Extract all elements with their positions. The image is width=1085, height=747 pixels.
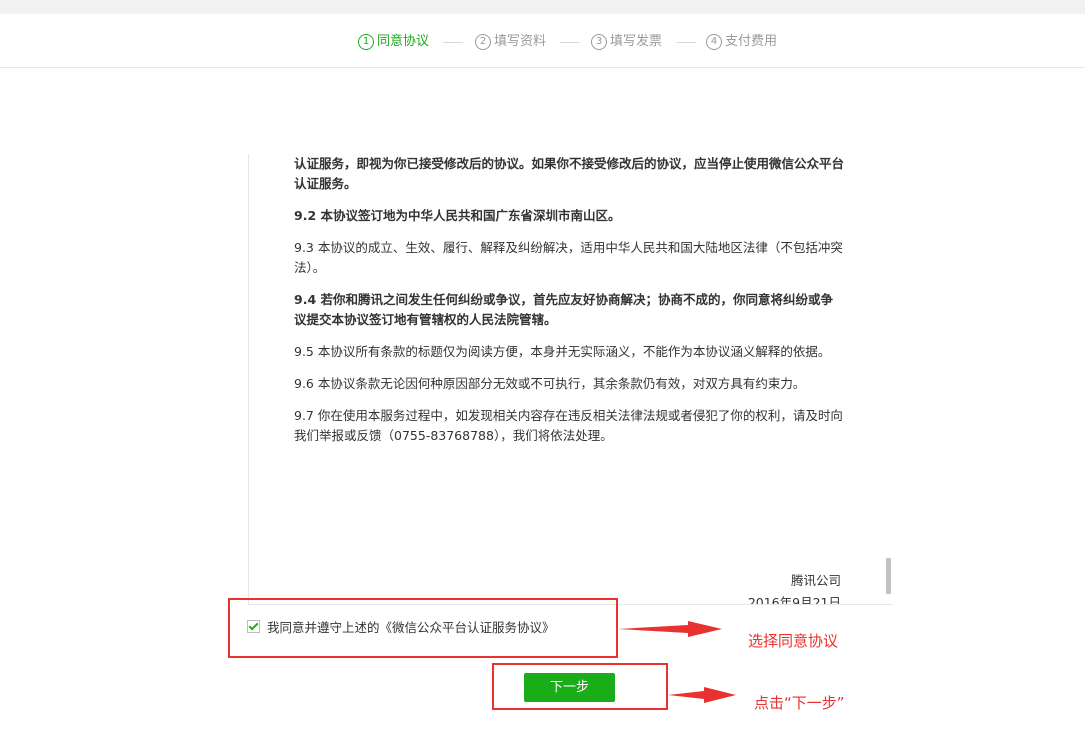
annotation-select-agreement: 选择同意协议 bbox=[748, 632, 839, 650]
step-progress-bar: 1 同意协议 2 填写资料 3 填写发票 4 支付费用 bbox=[0, 14, 1085, 68]
step-number-icon: 3 bbox=[591, 34, 607, 50]
step-separator bbox=[676, 42, 696, 43]
signature-company: 腾讯公司 bbox=[790, 573, 841, 588]
agreement-text: 认证服务，即视为你已接受修改后的协议。如果你不接受修改后的协议，应当停止使用微信… bbox=[294, 154, 844, 458]
step-pay-fee: 4 支付费用 bbox=[706, 33, 777, 51]
step-number-icon: 4 bbox=[706, 34, 722, 50]
agreement-paragraph: 认证服务，即视为你已接受修改后的协议。如果你不接受修改后的协议，应当停止使用微信… bbox=[294, 156, 845, 191]
arrow-right-icon bbox=[618, 621, 722, 637]
agreement-paragraph: 9.6 本协议条款无论因何种原因部分无效或不可执行，其余条款仍有效，对双方具有约… bbox=[294, 376, 806, 391]
step-label: 同意协议 bbox=[377, 34, 430, 49]
step-fill-info: 2 填写资料 bbox=[475, 33, 546, 51]
step-agree-protocol: 1 同意协议 bbox=[358, 33, 429, 51]
top-strip bbox=[0, 0, 1085, 14]
step-separator bbox=[443, 42, 463, 43]
step-fill-invoice: 3 填写发票 bbox=[591, 33, 662, 51]
agreement-paragraph: 9.7 你在使用本服务过程中，如发现相关内容存在违反相关法律法规或者侵犯了你的权… bbox=[294, 408, 843, 443]
arrow-right-icon bbox=[668, 687, 736, 703]
highlight-box-next bbox=[492, 663, 668, 710]
agreement-paragraph: 9.2 本协议签订地为中华人民共和国广东省深圳市南山区。 bbox=[294, 208, 621, 223]
signature-date: 2016年9月21日 bbox=[747, 595, 841, 605]
agreement-paragraph: 9.5 本协议所有条款的标题仅为阅读方便，本身并无实际涵义，不能作为本协议涵义解… bbox=[294, 344, 831, 359]
agreement-scrollbar[interactable] bbox=[886, 558, 891, 594]
step-label: 填写发票 bbox=[610, 34, 663, 49]
highlight-box-agree bbox=[228, 598, 618, 658]
agreement-paragraph: 9.3 本协议的成立、生效、履行、解释及纠纷解决，适用中华人民共和国大陆地区法律… bbox=[294, 240, 843, 275]
step-number-icon: 1 bbox=[358, 34, 374, 50]
step-label: 支付费用 bbox=[725, 34, 778, 49]
step-number-icon: 2 bbox=[475, 34, 491, 50]
step-separator bbox=[560, 42, 580, 43]
step-label: 填写资料 bbox=[494, 34, 547, 49]
agreement-scroll-area[interactable]: 认证服务，即视为你已接受修改后的协议。如果你不接受修改后的协议，应当停止使用微信… bbox=[248, 154, 893, 605]
annotation-click-next: 点击“下一步” bbox=[754, 694, 845, 712]
agreement-paragraph: 9.4 若你和腾讯之间发生任何纠纷或争议，首先应友好协商解决；协商不成的，你同意… bbox=[294, 292, 833, 327]
